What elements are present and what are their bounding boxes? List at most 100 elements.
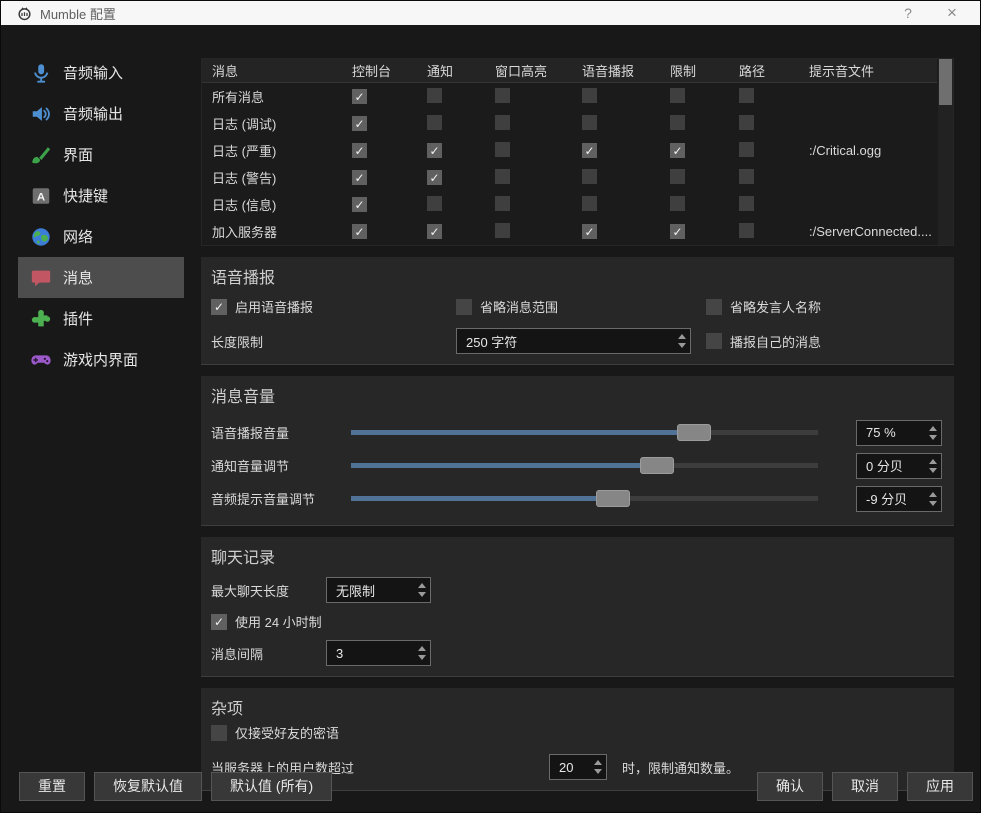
table-checkbox[interactable] xyxy=(739,88,754,103)
spinner-arrows-icon[interactable] xyxy=(418,583,426,597)
table-row[interactable]: 加入服务器:/ServerConnected.... xyxy=(202,218,937,245)
help-button[interactable]: ? xyxy=(886,1,930,25)
enable-tts-checkbox-row[interactable]: 启用语音播报 xyxy=(211,297,456,316)
sidebar-item-messages[interactable]: 消息 xyxy=(18,257,184,298)
column-header[interactable]: 限制 xyxy=(670,61,739,80)
table-checkbox[interactable] xyxy=(495,88,510,103)
enable-tts-checkbox[interactable] xyxy=(211,299,227,315)
spinner-arrows-icon[interactable] xyxy=(678,334,686,348)
omit-scope-checkbox-row[interactable]: 省略消息范围 xyxy=(456,297,706,316)
sidebar-item-network[interactable]: 网络 xyxy=(18,216,184,257)
defaults-all-button[interactable]: 默认值 (所有) xyxy=(211,772,332,801)
whisper-friends-checkbox-row[interactable]: 仅接受好友的密语 xyxy=(211,723,942,742)
hour24-checkbox-row[interactable]: 使用 24 小时制 xyxy=(211,612,322,631)
table-row[interactable]: 日志 (调试) xyxy=(202,110,937,137)
spinner-arrows-icon[interactable] xyxy=(929,492,937,506)
cue-volume-spinbox[interactable]: -9 分贝 xyxy=(856,486,942,512)
table-checkbox[interactable] xyxy=(670,169,685,184)
column-header[interactable]: 消息 xyxy=(202,61,352,80)
table-checkbox[interactable] xyxy=(427,170,442,185)
column-header[interactable]: 语音播报 xyxy=(582,61,670,80)
sound-file-path: :/Critical.ogg xyxy=(809,143,937,158)
spinner-arrows-icon[interactable] xyxy=(929,459,937,473)
table-checkbox[interactable] xyxy=(352,170,367,185)
sidebar-item-audio-output[interactable]: 音频输出 xyxy=(18,93,184,134)
column-header[interactable]: 窗口高亮 xyxy=(495,61,582,80)
column-header[interactable]: 提示音文件 xyxy=(809,61,937,80)
table-checkbox[interactable] xyxy=(582,196,597,211)
sidebar-item-overlay[interactable]: 游戏内界面 xyxy=(18,339,184,380)
table-row[interactable]: 日志 (信息) xyxy=(202,191,937,218)
omit-scope-checkbox[interactable] xyxy=(456,299,472,315)
table-checkbox[interactable] xyxy=(427,115,442,130)
slider-handle[interactable] xyxy=(640,457,674,474)
table-checkbox[interactable] xyxy=(739,169,754,184)
table-checkbox[interactable] xyxy=(739,223,754,238)
table-scrollbar[interactable] xyxy=(938,59,953,245)
column-header[interactable]: 控制台 xyxy=(352,61,427,80)
table-row[interactable]: 日志 (严重):/Critical.ogg xyxy=(202,137,937,164)
table-checkbox[interactable] xyxy=(427,224,442,239)
table-checkbox[interactable] xyxy=(582,88,597,103)
apply-button[interactable]: 应用 xyxy=(907,772,973,801)
reset-button[interactable]: 重置 xyxy=(19,772,85,801)
restore-defaults-button[interactable]: 恢复默认值 xyxy=(94,772,202,801)
slider-handle[interactable] xyxy=(677,424,711,441)
table-checkbox[interactable] xyxy=(582,169,597,184)
table-row[interactable]: 所有消息 xyxy=(202,83,937,110)
whisper-friends-checkbox[interactable] xyxy=(211,725,227,741)
table-checkbox[interactable] xyxy=(739,142,754,157)
table-checkbox[interactable] xyxy=(495,115,510,130)
column-header[interactable]: 通知 xyxy=(427,61,495,80)
table-checkbox[interactable] xyxy=(582,115,597,130)
max-chat-length-spinbox[interactable]: 无限制 xyxy=(326,577,431,603)
table-checkbox[interactable] xyxy=(739,196,754,211)
notification-volume-slider[interactable] xyxy=(351,457,818,474)
table-checkbox[interactable] xyxy=(739,115,754,130)
tts-volume-slider[interactable] xyxy=(351,424,818,441)
table-checkbox[interactable] xyxy=(495,196,510,211)
sidebar-item-interface[interactable]: 界面 xyxy=(18,134,184,175)
close-button[interactable]: × xyxy=(930,1,974,25)
table-checkbox[interactable] xyxy=(352,116,367,131)
message-bubble-icon xyxy=(29,266,53,290)
table-checkbox[interactable] xyxy=(582,224,597,239)
spinner-arrows-icon[interactable] xyxy=(418,646,426,660)
table-scrollbar-thumb[interactable] xyxy=(939,59,952,105)
sidebar-item-audio-input[interactable]: 音频输入 xyxy=(18,52,184,93)
column-header[interactable]: 路径 xyxy=(739,61,809,80)
hour24-checkbox[interactable] xyxy=(211,614,227,630)
table-checkbox[interactable] xyxy=(352,197,367,212)
table-checkbox[interactable] xyxy=(427,143,442,158)
notification-volume-spinbox[interactable]: 0 分贝 xyxy=(856,453,942,479)
table-row[interactable]: 日志 (警告) xyxy=(202,164,937,191)
slider-handle[interactable] xyxy=(596,490,630,507)
sidebar-item-shortcuts[interactable]: A 快捷键 xyxy=(18,175,184,216)
length-limit-spinbox[interactable]: 250 字符 xyxy=(456,328,691,354)
cancel-button[interactable]: 取消 xyxy=(832,772,898,801)
table-checkbox[interactable] xyxy=(352,89,367,104)
table-checkbox[interactable] xyxy=(352,143,367,158)
tts-volume-spinbox[interactable]: 75 % xyxy=(856,420,942,446)
cue-volume-slider[interactable] xyxy=(351,490,818,507)
read-own-messages-checkbox-row[interactable]: 播报自己的消息 xyxy=(706,332,942,351)
read-own-messages-checkbox[interactable] xyxy=(706,333,722,349)
table-checkbox[interactable] xyxy=(670,115,685,130)
table-checkbox[interactable] xyxy=(427,88,442,103)
omit-speaker-checkbox[interactable] xyxy=(706,299,722,315)
ok-button[interactable]: 确认 xyxy=(757,772,823,801)
table-checkbox[interactable] xyxy=(670,224,685,239)
table-checkbox[interactable] xyxy=(670,88,685,103)
table-checkbox[interactable] xyxy=(427,196,442,211)
table-checkbox[interactable] xyxy=(670,143,685,158)
table-checkbox[interactable] xyxy=(495,142,510,157)
table-checkbox[interactable] xyxy=(670,196,685,211)
spinner-arrows-icon[interactable] xyxy=(929,426,937,440)
sidebar-item-plugins[interactable]: 插件 xyxy=(18,298,184,339)
message-interval-spinbox[interactable]: 3 xyxy=(326,640,431,666)
omit-speaker-checkbox-row[interactable]: 省略发言人名称 xyxy=(706,297,942,316)
table-checkbox[interactable] xyxy=(495,223,510,238)
table-checkbox[interactable] xyxy=(582,143,597,158)
table-checkbox[interactable] xyxy=(352,224,367,239)
table-checkbox[interactable] xyxy=(495,169,510,184)
